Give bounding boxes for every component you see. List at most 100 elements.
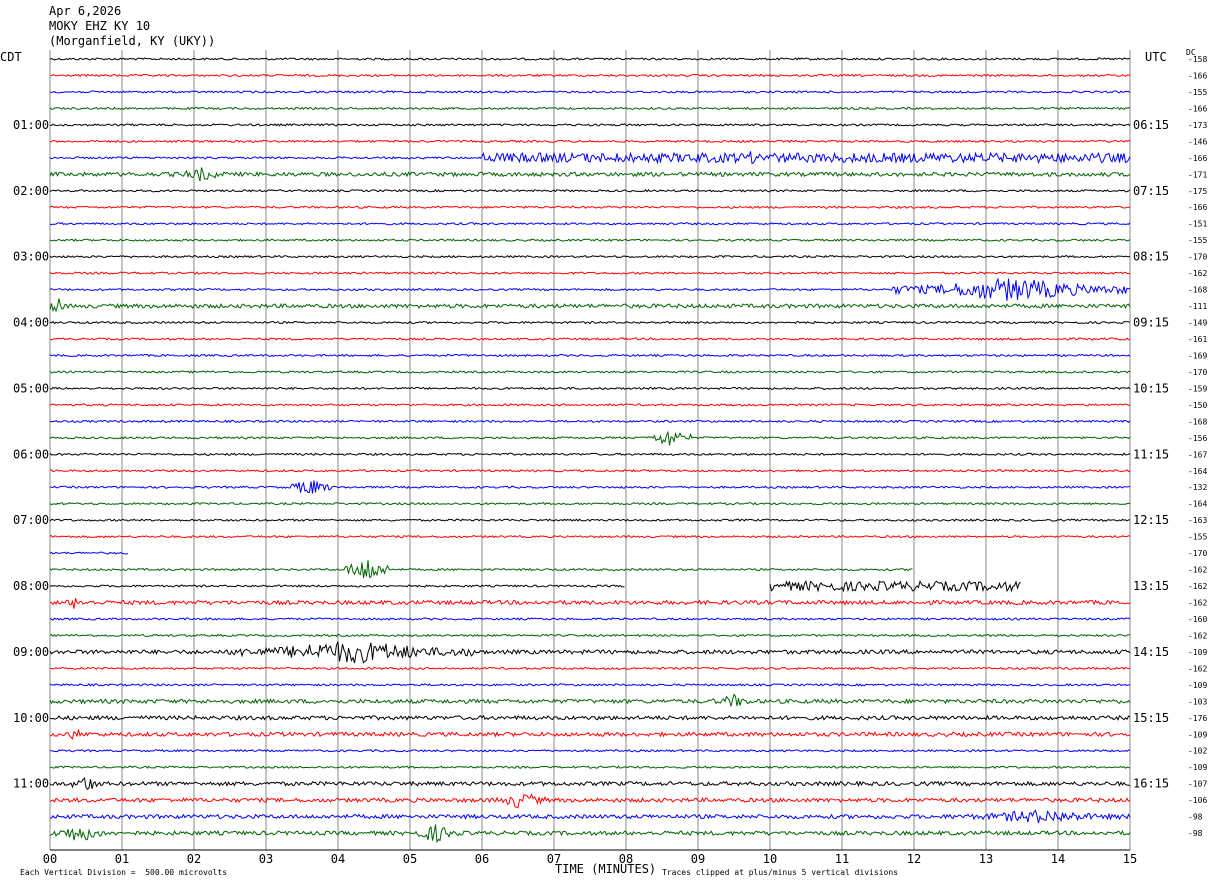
dc-offset-label: -170 <box>1188 253 1207 262</box>
trace-line <box>49 598 1131 609</box>
x-tick-label: 11 <box>835 852 849 866</box>
right-hour-label: 14:15 <box>1133 645 1169 659</box>
right-hour-label: 07:15 <box>1133 184 1169 198</box>
trace-line <box>49 353 1131 358</box>
trace-line <box>49 641 1131 664</box>
x-tick-label: 12 <box>907 852 921 866</box>
dc-offset-label: -166 <box>1188 104 1207 113</box>
dc-offset-label: -155 <box>1188 533 1207 542</box>
trace-line <box>49 468 1131 473</box>
x-tick-label: 10 <box>763 852 777 866</box>
dc-offset-label: -156 <box>1188 434 1207 443</box>
trace-line <box>49 73 1131 78</box>
trace-line <box>49 452 1131 456</box>
trace-line <box>49 534 1131 539</box>
trace-line <box>49 419 1131 424</box>
trace-line <box>49 205 1131 209</box>
trace-line <box>49 123 1131 127</box>
dc-offset-label: -146 <box>1188 137 1207 146</box>
right-hour-label: 09:15 <box>1133 316 1169 330</box>
dc-offset-label: -169 <box>1188 351 1207 360</box>
x-tick-label: 07 <box>547 852 561 866</box>
left-hour-label: 06:00 <box>13 447 49 461</box>
trace-line <box>49 793 1131 809</box>
trace-line <box>49 666 1131 671</box>
x-tick-label: 13 <box>979 852 993 866</box>
dc-offset-label: -162 <box>1188 631 1207 640</box>
x-tick-label: 00 <box>43 852 57 866</box>
trace-line <box>49 809 1131 824</box>
right-hour-label: 12:15 <box>1133 513 1169 527</box>
dc-offset-label: -175 <box>1188 187 1207 196</box>
trace-line <box>49 777 1131 791</box>
dc-offset-label: -166 <box>1188 71 1207 80</box>
dc-offset-label: -98 <box>1188 813 1203 822</box>
dc-offset-label: -149 <box>1188 319 1207 328</box>
dc-offset-label: -109 <box>1188 681 1207 690</box>
trace-line <box>49 693 1131 707</box>
trace-line <box>49 748 1131 753</box>
seismogram-plot: -158 -166 -155 -166 -173 -146 -166 -171 -175 -166… <box>13 50 1207 866</box>
trace-line <box>50 560 1130 578</box>
dc-offset-label: -162 <box>1188 664 1207 673</box>
dc-offset-label: -155 <box>1188 88 1207 97</box>
trace-line <box>50 581 1130 591</box>
dc-offset-label: -109 <box>1188 763 1207 772</box>
trace-line <box>49 337 1131 341</box>
dc-offset-label: -164 <box>1188 500 1207 509</box>
trace-line <box>49 57 1131 61</box>
dc-offset-label: -109 <box>1188 648 1207 657</box>
trace-line <box>49 518 1131 522</box>
right-hour-label: 13:15 <box>1133 579 1169 593</box>
trace-line <box>49 320 1131 325</box>
right-hour-label: 08:15 <box>1133 250 1169 264</box>
left-hour-label: 10:00 <box>13 711 49 725</box>
left-hour-label: 01:00 <box>13 118 49 132</box>
x-tick-label: 08 <box>619 852 633 866</box>
dc-offset-label: -166 <box>1188 154 1207 163</box>
x-tick-label: 15 <box>1123 852 1137 866</box>
dc-offset-label: -161 <box>1188 335 1207 344</box>
left-hour-label: 07:00 <box>13 513 49 527</box>
trace-line <box>49 370 1131 374</box>
dc-offset-label: -103 <box>1188 697 1207 706</box>
dc-offset-label: -168 <box>1188 417 1207 426</box>
dc-offset-label: -162 <box>1188 566 1207 575</box>
left-hour-label: 03:00 <box>13 250 49 264</box>
trace-line <box>49 167 1131 182</box>
trace-line <box>50 552 1130 554</box>
trace-line <box>49 298 1131 313</box>
trace-line <box>49 254 1131 259</box>
trace-line <box>49 501 1131 506</box>
left-hour-label: 04:00 <box>13 316 49 330</box>
left-hour-label: 05:00 <box>13 381 49 395</box>
dc-offset-label: -98 <box>1188 829 1203 838</box>
dc-offset-label: -164 <box>1188 467 1207 476</box>
dc-offset-label: -150 <box>1188 401 1207 410</box>
dc-offset-label: -170 <box>1188 368 1207 377</box>
trace-line <box>49 683 1131 687</box>
dc-offset-label: -168 <box>1188 286 1207 295</box>
dc-offset-label: -176 <box>1188 714 1207 723</box>
dc-offset-label: -155 <box>1188 236 1207 245</box>
trace-line <box>49 238 1131 242</box>
dc-offset-label: -132 <box>1188 483 1207 492</box>
x-tick-label: 03 <box>259 852 273 866</box>
dc-offset-label: -160 <box>1188 615 1207 624</box>
dc-offset-label: -166 <box>1188 203 1207 212</box>
trace-line <box>49 106 1131 111</box>
trace-line <box>49 617 1131 621</box>
trace-line <box>49 480 1131 494</box>
x-tick-label: 09 <box>691 852 705 866</box>
dc-offset-label: -163 <box>1188 516 1207 525</box>
right-hour-label: 06:15 <box>1133 118 1169 132</box>
trace-line <box>49 139 1131 144</box>
dc-offset-label: -111 <box>1188 302 1207 311</box>
x-tick-label: 05 <box>403 852 417 866</box>
dc-offset-label: -151 <box>1188 220 1207 229</box>
dc-offset-label: -173 <box>1188 121 1207 130</box>
right-hour-label: 16:15 <box>1133 777 1169 791</box>
trace-line <box>49 765 1131 769</box>
left-hour-label: 11:00 <box>13 777 49 791</box>
left-hour-label: 09:00 <box>13 645 49 659</box>
